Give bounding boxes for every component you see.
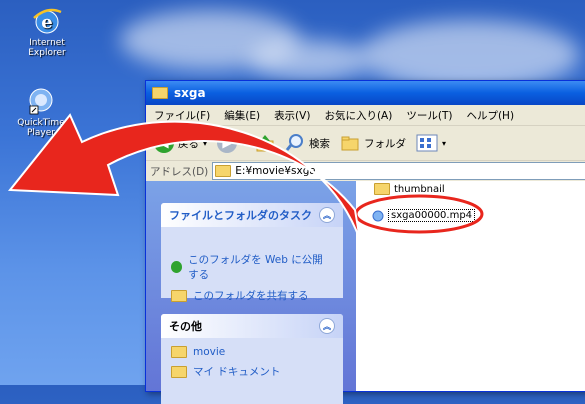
folder-icon: [152, 87, 168, 99]
views-icon: [416, 134, 438, 152]
menu-help[interactable]: ヘルプ(H): [466, 108, 514, 123]
file-item-thumbnail[interactable]: thumbnail: [374, 183, 445, 195]
search-icon: [285, 134, 304, 151]
menu-view[interactable]: 表示(V): [274, 108, 310, 123]
panel-title: ファイルとフォルダのタスク: [169, 209, 312, 222]
task-pane: ファイルとフォルダのタスク ︽ このフォルダを Web に公開する このフォルダ…: [146, 181, 356, 404]
link-label: movie: [193, 346, 226, 358]
search-button[interactable]: 検索: [285, 133, 330, 153]
desktop-icon-quicktime[interactable]: QuickTime Player: [6, 86, 76, 138]
forward-button[interactable]: ▶ ▾: [217, 133, 245, 153]
menu-tools[interactable]: ツール(T): [406, 108, 452, 123]
dropdown-arrow-icon: ▾: [241, 138, 246, 148]
explorer-window: sxga ファイル(F) 編集(E) 表示(V) お気に入り(A) ツール(T)…: [145, 80, 585, 404]
desktop-icon-internet-explorer[interactable]: e Internet Explorer: [12, 6, 82, 58]
menu-favorites[interactable]: お気に入り(A): [324, 108, 392, 123]
forward-arrow-icon: ▶: [217, 133, 238, 153]
folder-icon: [215, 165, 232, 177]
panel-header[interactable]: ファイルとフォルダのタスク ︽: [161, 203, 343, 227]
dropdown-arrow-icon: ▾: [203, 138, 208, 148]
address-bar: アドレス(D) E:¥movie¥sxga: [146, 161, 585, 182]
search-label: 検索: [309, 137, 331, 150]
collapse-icon[interactable]: ︽: [319, 318, 335, 334]
movie-folder-link[interactable]: movie: [161, 338, 343, 361]
link-label: このフォルダを共有する: [193, 290, 309, 302]
collapse-icon[interactable]: ︽: [319, 207, 335, 223]
share-folder-link[interactable]: このフォルダを共有する: [161, 285, 343, 306]
file-item-video[interactable]: sxga00000.mp4: [372, 209, 476, 222]
desktop-icon-label: QuickTime Player: [17, 118, 65, 138]
quicktime-icon: [24, 86, 58, 116]
publish-to-web-link[interactable]: このフォルダを Web に公開する: [161, 249, 343, 285]
file-list: thumbnail sxga00000.mp4: [356, 181, 585, 391]
quicktime-file-icon: [372, 210, 384, 221]
folders-label: フォルダ: [364, 137, 407, 150]
globe-icon: [171, 261, 183, 273]
svg-text:e: e: [41, 12, 52, 33]
back-arrow-icon: ◀: [154, 133, 174, 153]
shared-folder-icon: [171, 289, 187, 302]
menu-bar: ファイル(F) 編集(E) 表示(V) お気に入り(A) ツール(T) ヘルプ(…: [146, 105, 585, 126]
file-name: sxga00000.mp4: [388, 209, 476, 222]
link-label: このフォルダを Web に公開する: [188, 254, 323, 281]
desktop-icon-label: Internet Explorer: [28, 38, 66, 58]
other-places-panel: その他 ︽ movie マイ ドキュメント: [161, 314, 343, 404]
toolbar: ◀ 戻る ▾ ▶ ▾ 検索 フォルダ ▾: [146, 126, 585, 161]
folders-button[interactable]: フォルダ: [340, 134, 406, 152]
menu-edit[interactable]: 編集(E): [224, 108, 260, 123]
back-label: 戻る: [178, 137, 199, 150]
folder-icon: [171, 346, 187, 358]
dropdown-arrow-icon: ▾: [442, 138, 447, 148]
address-field[interactable]: E:¥movie¥sxga: [212, 162, 585, 180]
file-folder-tasks-panel: ファイルとフォルダのタスク ︽ このフォルダを Web に公開する このフォルダ…: [161, 203, 343, 302]
views-button[interactable]: ▾: [416, 134, 446, 152]
folders-icon: [341, 136, 359, 151]
menu-file[interactable]: ファイル(F): [154, 108, 210, 123]
file-name: thumbnail: [394, 183, 445, 195]
address-label: アドレス(D): [150, 165, 209, 178]
window-title: sxga: [174, 86, 206, 100]
up-button[interactable]: [255, 133, 275, 153]
internet-explorer-icon: e: [30, 6, 64, 36]
my-documents-link[interactable]: マイ ドキュメント: [161, 361, 343, 382]
panel-title: その他: [169, 320, 202, 333]
folder-icon: [374, 183, 390, 195]
cloud: [250, 40, 370, 80]
title-bar[interactable]: sxga: [146, 81, 585, 105]
documents-folder-icon: [171, 365, 187, 378]
link-label: マイ ドキュメント: [193, 366, 281, 378]
panel-header[interactable]: その他 ︽: [161, 314, 343, 338]
address-path: E:¥movie¥sxga: [235, 165, 316, 177]
up-folder-icon: [256, 135, 274, 152]
back-button[interactable]: ◀ 戻る ▾: [154, 133, 207, 153]
